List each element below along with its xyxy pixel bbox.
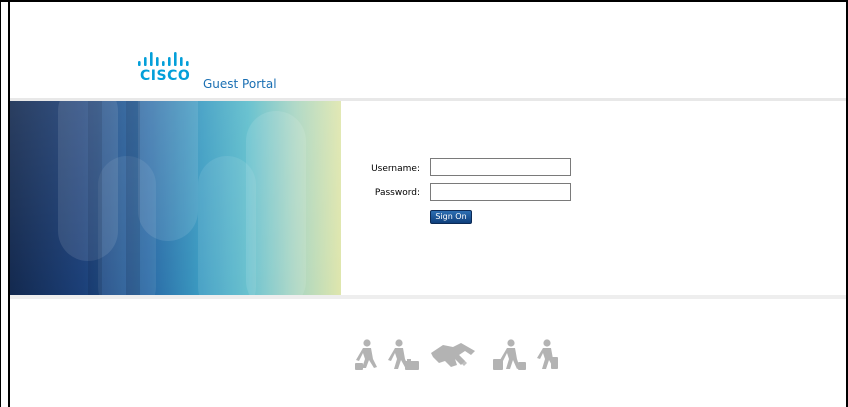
page-frame: CISCO Guest Portal Username: Password: S… xyxy=(0,0,848,407)
portal-title: Guest Portal xyxy=(203,77,277,91)
top-border xyxy=(1,0,847,2)
password-input[interactable] xyxy=(430,183,571,201)
hero-gradient-graphic xyxy=(10,101,341,295)
handshake-icon xyxy=(431,343,475,367)
walking-person-icon xyxy=(537,339,558,369)
password-label: Password: xyxy=(374,188,420,198)
username-input[interactable] xyxy=(430,158,571,176)
traveler-with-bags-icon xyxy=(493,339,526,370)
traveler-with-luggage-icon xyxy=(388,339,419,370)
cisco-wordmark: CISCO xyxy=(140,68,191,84)
cisco-bridge-icon xyxy=(138,52,189,66)
cisco-logo: CISCO xyxy=(138,52,198,88)
walking-traveler-icon xyxy=(355,339,377,370)
hero-banner-image xyxy=(10,101,341,295)
username-label: Username: xyxy=(371,164,420,174)
hero-divider-bottom xyxy=(10,295,846,299)
footer-illustration xyxy=(355,339,558,370)
sign-on-button[interactable]: Sign On xyxy=(430,210,472,224)
